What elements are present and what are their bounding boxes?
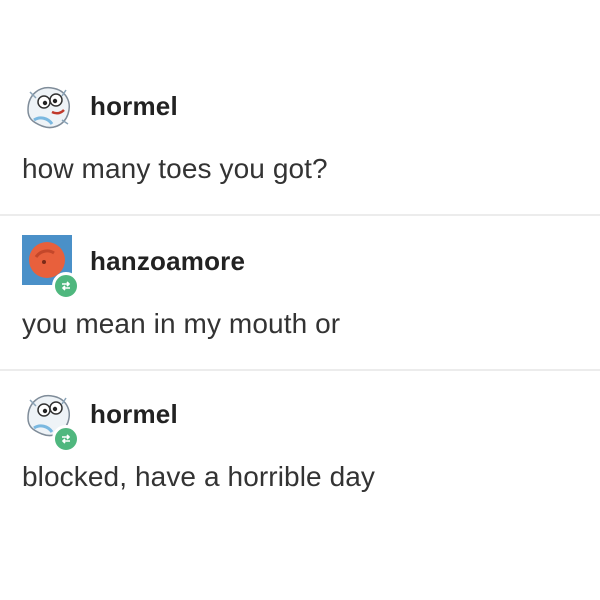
divider <box>0 369 600 371</box>
username[interactable]: hanzoamore <box>90 246 245 277</box>
divider <box>0 214 600 216</box>
post-header: hormel <box>22 75 582 136</box>
reblog-badge <box>52 425 80 453</box>
reblog-badge <box>52 272 80 300</box>
avatar[interactable] <box>22 235 80 300</box>
reblog-icon <box>61 434 71 444</box>
username[interactable]: hormel <box>90 91 178 122</box>
post-message: how many toes you got? <box>22 153 328 184</box>
post-header: hormel <box>22 383 582 453</box>
post-header: hanzoamore <box>22 230 582 300</box>
avatar[interactable] <box>22 80 78 136</box>
username[interactable]: hormel <box>90 399 178 430</box>
post-message: you mean in my mouth or <box>22 308 341 339</box>
avatar[interactable] <box>22 388 80 453</box>
reblog-icon <box>61 281 71 291</box>
post-message: blocked, have a horrible day <box>22 461 376 492</box>
cartoon-character-avatar-icon <box>22 80 78 136</box>
